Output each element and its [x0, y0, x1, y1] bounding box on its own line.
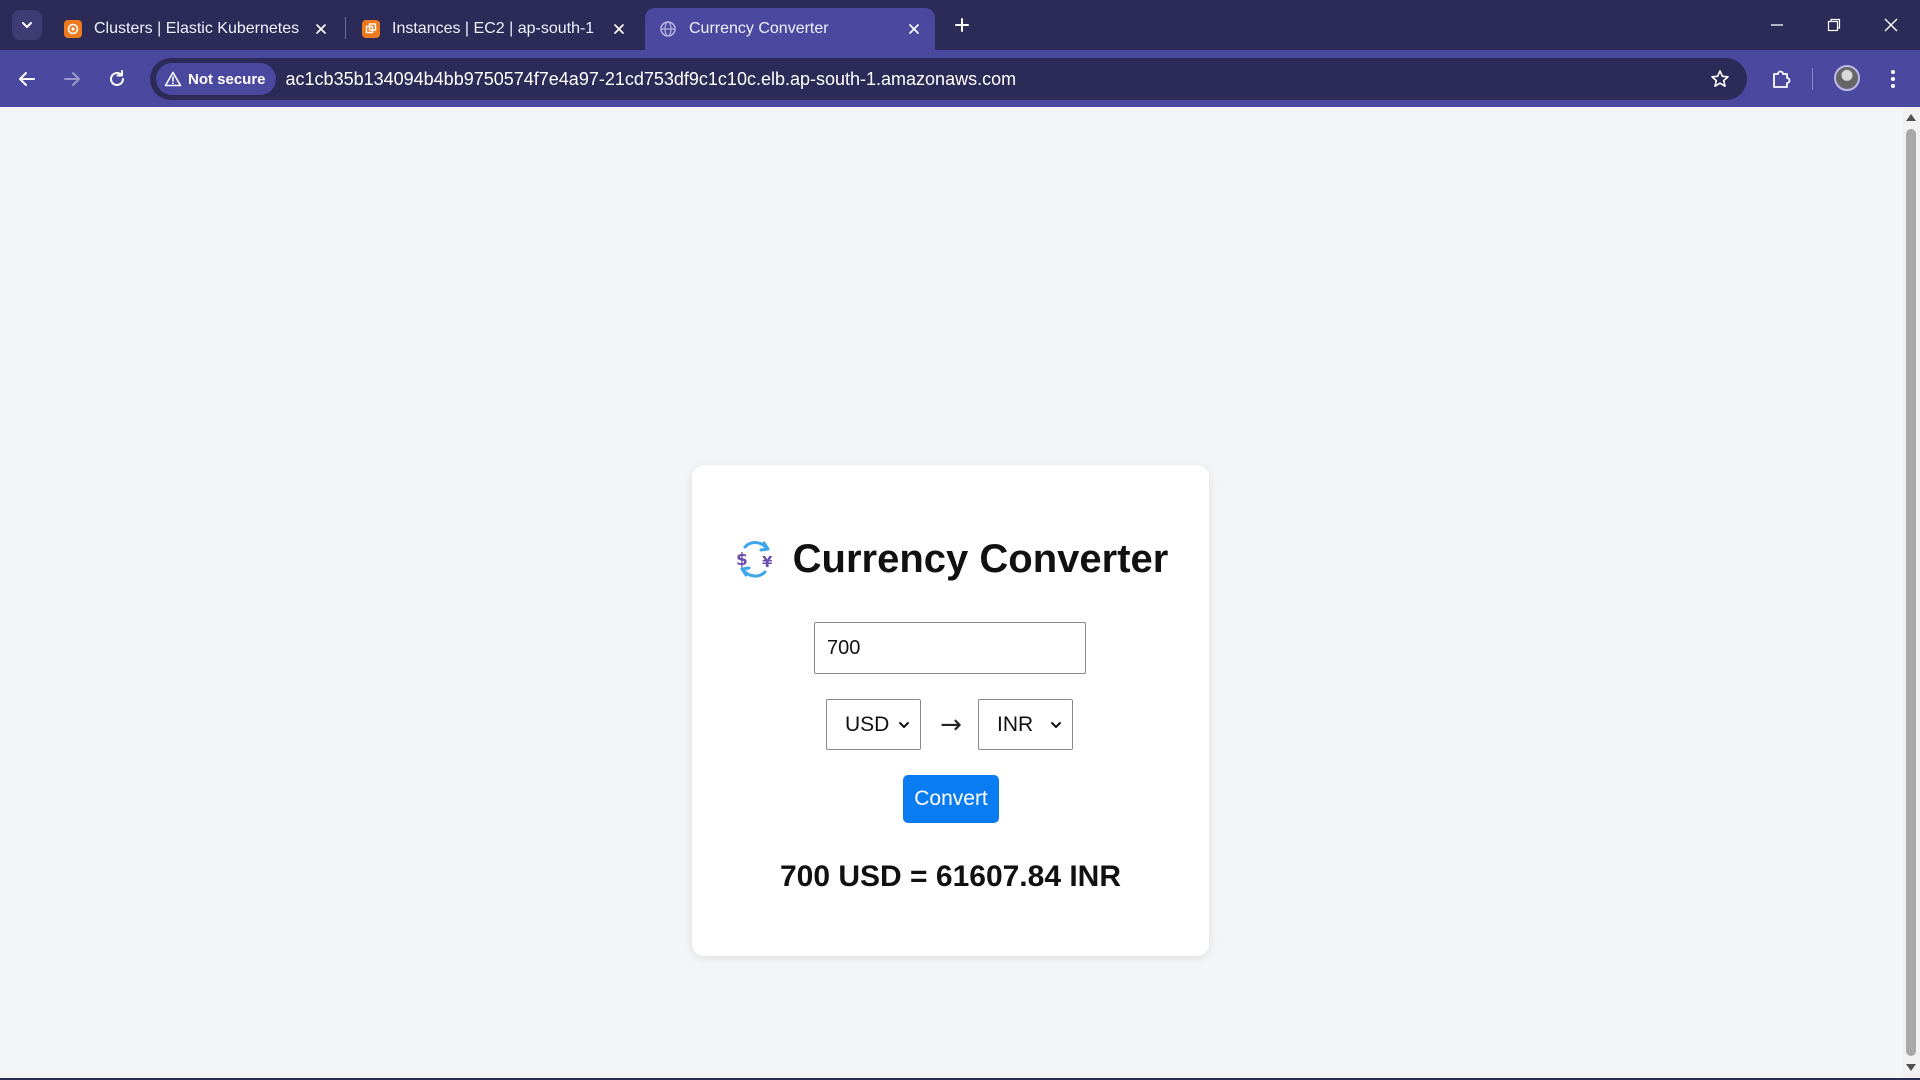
browser-toolbar: Not secure ac1cb35b134094b4bb9750574f7e4… [0, 50, 1920, 107]
tab-separator [345, 17, 346, 39]
arrow-right-icon [64, 72, 80, 86]
address-bar[interactable]: Not secure ac1cb35b134094b4bb9750574f7e4… [150, 58, 1747, 100]
aws-eks-icon [64, 20, 82, 38]
minimize-icon [1771, 24, 1783, 26]
globe-icon [659, 20, 677, 38]
converter-card: $ ¥ Currency Converter USD → INR Convert… [692, 465, 1209, 956]
chevron-down-icon [1051, 721, 1061, 728]
scroll-up-arrow[interactable] [1906, 114, 1916, 121]
warning-icon [164, 71, 182, 87]
browser-window: Clusters | Elastic Kubernetes Service In… [0, 0, 1920, 1080]
tab-ec2-instances[interactable]: Instances | EC2 | ap-south-1 [348, 8, 640, 50]
menu-button[interactable] [1876, 62, 1910, 96]
plus-icon [955, 18, 969, 32]
to-currency-select[interactable]: INR [978, 699, 1073, 750]
tab-currency-converter[interactable]: Currency Converter [645, 8, 935, 50]
avatar[interactable] [1834, 65, 1860, 91]
tab-strip: Clusters | Elastic Kubernetes Service In… [0, 0, 1920, 50]
close-icon[interactable] [608, 18, 630, 40]
chevron-down-icon [899, 721, 909, 728]
toolbar-divider [1812, 68, 1813, 90]
card-header: $ ¥ Currency Converter [692, 533, 1209, 585]
star-icon [1711, 70, 1729, 87]
from-currency-value: USD [845, 712, 890, 736]
page-title: Currency Converter [792, 536, 1169, 581]
arrow-separator: → [940, 710, 962, 740]
puzzle-icon [1773, 70, 1791, 88]
security-label: Not secure [188, 70, 266, 88]
to-currency-value: INR [997, 712, 1034, 736]
bookmark-button[interactable] [1707, 66, 1733, 92]
security-indicator[interactable]: Not secure [156, 63, 276, 95]
scroll-down-arrow[interactable] [1906, 1064, 1916, 1071]
tab-search-button[interactable] [12, 10, 42, 40]
reload-icon [110, 70, 124, 86]
extensions-button[interactable] [1764, 62, 1798, 96]
new-tab-button[interactable] [947, 10, 977, 40]
chevron-down-icon [22, 22, 32, 28]
svg-text:$: $ [736, 550, 748, 570]
close-window-button[interactable] [1862, 0, 1920, 50]
scroll-thumb[interactable] [1906, 129, 1916, 1056]
page-scrollbar[interactable] [1902, 107, 1920, 1078]
url-text[interactable]: ac1cb35b134094b4bb9750574f7e4a97-21cd753… [286, 69, 1017, 90]
close-icon[interactable] [310, 18, 332, 40]
close-icon[interactable] [903, 18, 925, 40]
restore-button[interactable] [1805, 0, 1863, 50]
minimize-button[interactable] [1748, 0, 1806, 50]
conversion-result: 700 USD = 61607.84 INR [779, 860, 1122, 893]
tab-eks-clusters[interactable]: Clusters | Elastic Kubernetes Service [50, 8, 342, 50]
close-icon [1884, 18, 1898, 32]
forward-button[interactable] [55, 62, 89, 96]
tab-title: Instances | EC2 | ap-south-1 [392, 20, 595, 37]
page-viewport: $ ¥ Currency Converter USD → INR Convert… [0, 107, 1902, 1078]
convert-button[interactable]: Convert [903, 775, 999, 823]
currency-exchange-icon: $ ¥ [736, 541, 773, 578]
from-currency-select[interactable]: USD [826, 699, 921, 750]
arrow-left-icon [19, 72, 35, 86]
back-button[interactable] [10, 62, 44, 96]
restore-icon [1827, 18, 1841, 32]
more-vertical-icon [1891, 70, 1895, 88]
aws-ec2-icon [362, 20, 380, 38]
tab-title: Currency Converter [689, 20, 829, 37]
svg-text:¥: ¥ [762, 553, 773, 571]
tab-title: Clusters | Elastic Kubernetes Service [94, 20, 304, 37]
reload-button[interactable] [100, 62, 134, 96]
amount-input[interactable] [814, 622, 1086, 674]
